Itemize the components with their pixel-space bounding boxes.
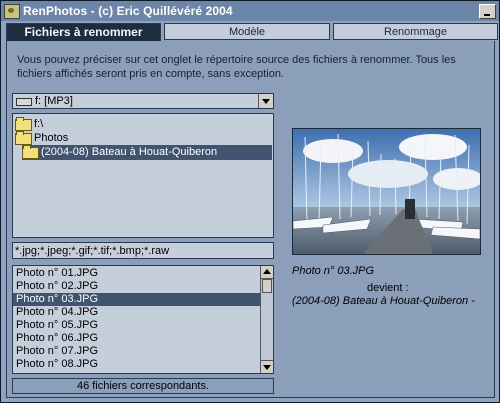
directory-tree[interactable]: f:\ Photos (2004-08) Bateau à Houat-Quib…: [12, 113, 274, 238]
preview-becomes-label: devient :: [367, 282, 409, 294]
scroll-thumb[interactable]: [262, 279, 272, 293]
marina-photo-image: [293, 129, 480, 254]
drive-select[interactable]: f: [MP3]: [12, 93, 274, 109]
folder-open-icon: [15, 117, 32, 131]
tab-modele[interactable]: Modèle: [164, 23, 330, 40]
camera-app-icon: [4, 4, 20, 19]
list-item[interactable]: Photo n° 05.JPG: [13, 319, 264, 332]
list-item[interactable]: Photo n° 08.JPG: [13, 358, 264, 371]
folder-open-icon: [15, 131, 32, 145]
tree-item-bateau[interactable]: (2004-08) Bateau à Houat-Quiberon: [22, 145, 272, 160]
tree-item-label: f:\: [34, 118, 44, 130]
list-item[interactable]: Photo n° 02.JPG: [13, 280, 264, 293]
preview-filename: Photo n° 03.JPG: [292, 265, 375, 277]
tab-fichiers-a-renommer[interactable]: Fichiers à renommer: [6, 23, 161, 42]
minimize-button[interactable]: [479, 4, 496, 19]
scroll-down-icon[interactable]: [261, 360, 273, 373]
drive-icon: [16, 98, 32, 106]
tree-item-label: (2004-08) Bateau à Houat-Quiberon: [41, 146, 218, 158]
scroll-up-icon[interactable]: [261, 266, 273, 279]
photo-preview: [292, 128, 481, 255]
list-item[interactable]: Photo n° 07.JPG: [13, 345, 264, 358]
app-window: RenPhotos - (c) Eric Quillévéré 2004 Fic…: [0, 0, 500, 403]
description-text: Vous pouvez préciser sur cet onglet le r…: [17, 54, 456, 80]
preview-new-name: (2004-08) Bateau à Houat-Quiberon -: [292, 295, 475, 307]
drive-label: f: [MP3]: [35, 95, 73, 107]
tab-renommage[interactable]: Renommage: [333, 23, 498, 40]
tab-bar: Fichiers à renommer Modèle Renommage: [6, 23, 498, 42]
title-bar[interactable]: RenPhotos - (c) Eric Quillévéré 2004: [1, 1, 499, 21]
tree-item-root[interactable]: f:\: [15, 117, 271, 132]
list-item[interactable]: Photo n° 03.JPG: [13, 293, 264, 306]
tree-item-label: Photos: [34, 132, 69, 144]
list-item[interactable]: Photo n° 01.JPG: [13, 267, 264, 280]
tree-item-photos[interactable]: Photos: [15, 131, 271, 146]
file-list-scrollbar[interactable]: [260, 266, 273, 373]
list-item[interactable]: Photo n° 04.JPG: [13, 306, 264, 319]
window-title: RenPhotos - (c) Eric Quillévéré 2004: [23, 4, 233, 18]
list-item[interactable]: Photo n° 06.JPG: [13, 332, 264, 345]
file-list[interactable]: Photo n° 01.JPG Photo n° 02.JPG Photo n°…: [12, 265, 274, 374]
folder-open-icon: [22, 145, 39, 159]
chevron-down-icon[interactable]: [258, 94, 273, 108]
file-count-status: 46 fichiers correspondants.: [12, 378, 274, 394]
file-filter-input[interactable]: *.jpg;*.jpeg;*.gif;*.tif;*.bmp;*.raw: [12, 242, 274, 259]
